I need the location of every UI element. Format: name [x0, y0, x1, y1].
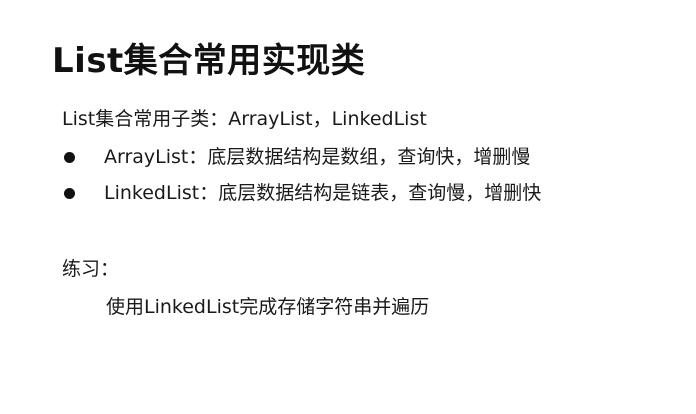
intro-line: List集合常用子类：ArrayList，LinkedList	[62, 108, 427, 130]
practice-label: 练习：	[62, 258, 120, 280]
practice-task: 使用LinkedList完成存储字符串并遍历	[106, 296, 430, 318]
bullet-dot-icon	[64, 188, 75, 199]
slide: List集合常用实现类 List集合常用子类：ArrayList，LinkedL…	[0, 0, 696, 414]
slide-title: List集合常用实现类	[52, 41, 366, 81]
bullet-text: ArrayList：底层数据结构是数组，查询快，增删慢	[104, 146, 531, 168]
bullet-dot-icon	[64, 152, 75, 163]
bullet-text: LinkedList：底层数据结构是链表，查询慢，增删快	[104, 182, 542, 204]
